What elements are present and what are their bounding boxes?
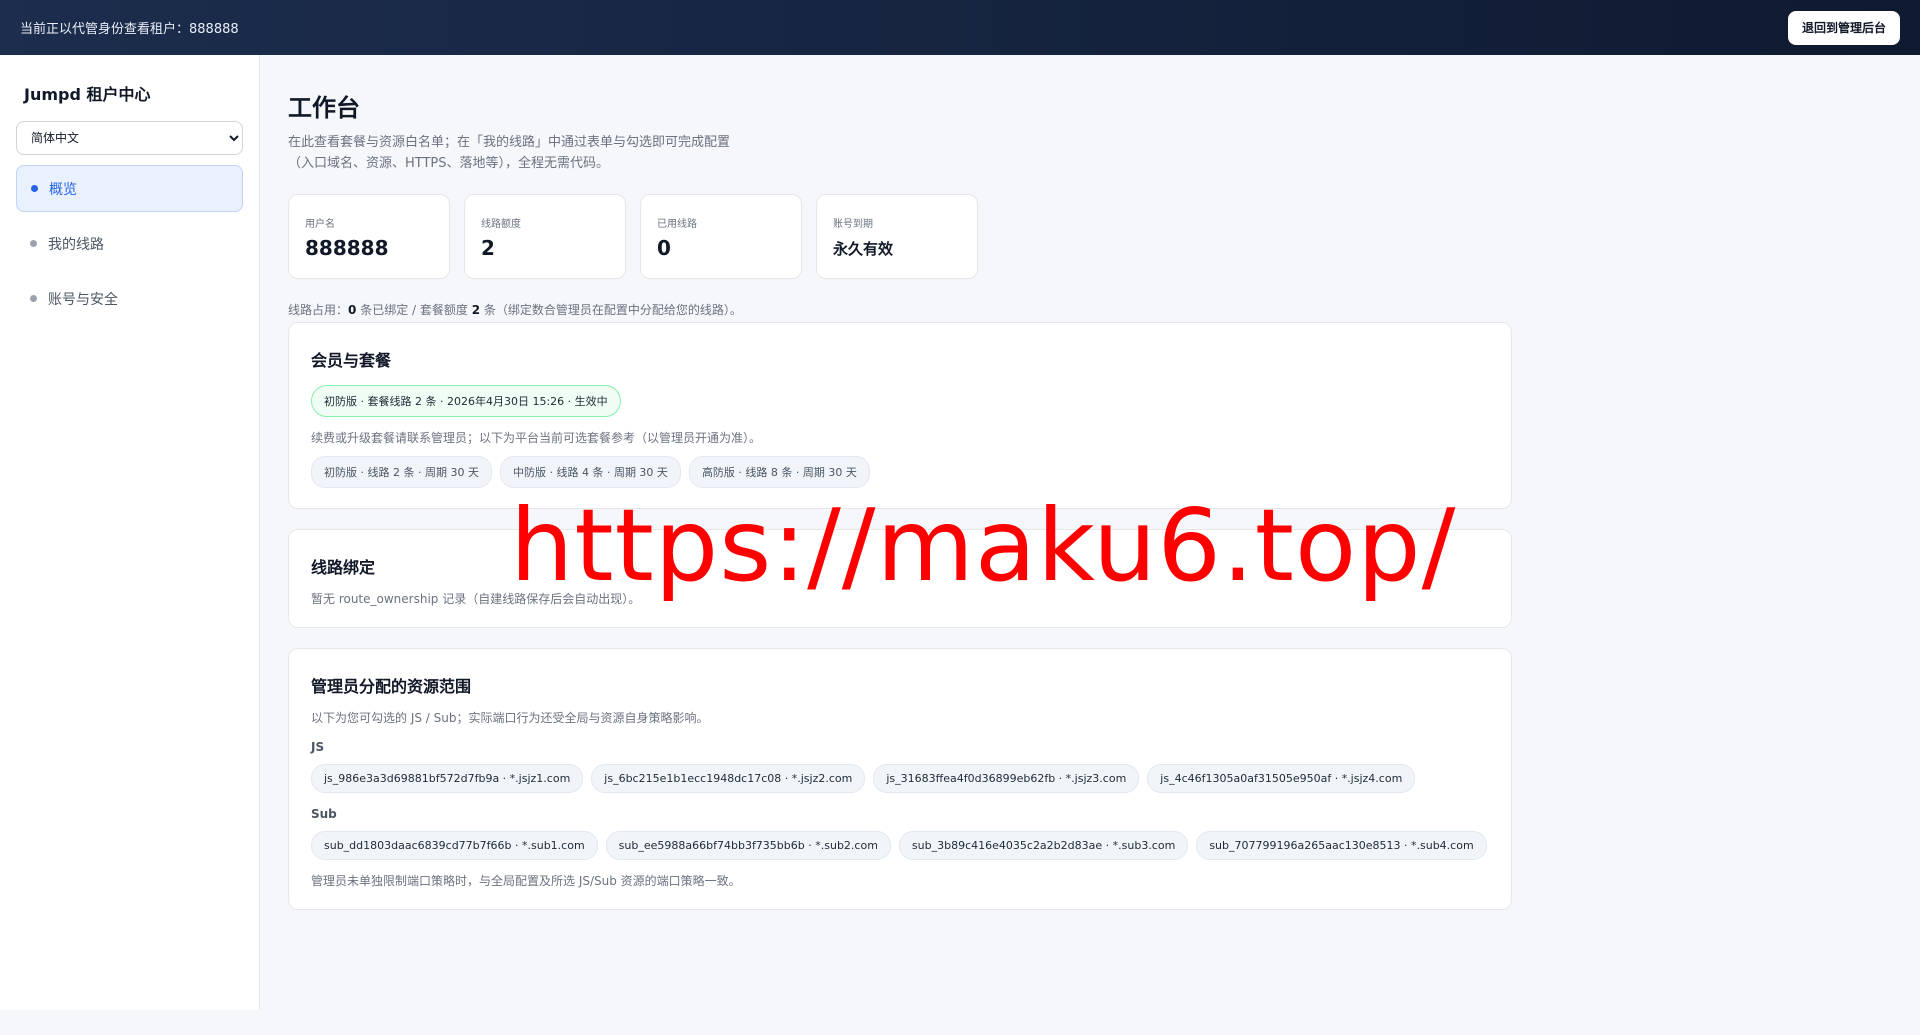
sidebar: Jumpd 租户中心 简体中文 概览 我的线路 账号与安全 (0, 55, 260, 1010)
sidebar-item-account-security[interactable]: 账号与安全 (16, 275, 243, 322)
top-banner: 当前正以代管身份查看租户：888888 退回到管理后台 (0, 0, 1920, 55)
impersonation-notice: 当前正以代管身份查看租户：888888 (20, 22, 239, 37)
plan-options: 初防版 · 线路 2 条 · 周期 30 天 中防版 · 线路 4 条 · 周期… (311, 456, 1489, 488)
route-binding-title: 线路绑定 (311, 558, 376, 577)
sidebar-item-label: 账号与安全 (48, 291, 118, 308)
sub-resource-chip: sub_ee5988a66bf74bb3f735bb6b · *.sub2.co… (605, 831, 891, 860)
sub-resource-chip: sub_dd1803daac6839cd77b7f66b · *.sub1.co… (311, 831, 598, 860)
stats-row: 用户名 888888 线路额度 2 已用线路 0 账号到期 永久有效 (288, 194, 1512, 279)
stat-card-used-routes: 已用线路 0 (640, 194, 802, 279)
usage-quota-count: 2 (471, 303, 481, 317)
stat-value: 0 (657, 236, 671, 260)
js-resource-chip: js_986e3a3d69881bf572d7fb9a · *.jsjz1.co… (311, 764, 584, 793)
bullet-dot-icon (31, 185, 38, 192)
route-binding-empty: 暂无 route_ownership 记录（自建线路保存后会自动出现）。 (311, 592, 641, 606)
sidebar-item-my-routes[interactable]: 我的线路 (16, 220, 243, 267)
membership-card: 会员与套餐 初防版 · 套餐线路 2 条 · 2026年4月30日 15:26 … (288, 322, 1512, 509)
stat-card-username: 用户名 888888 (288, 194, 450, 279)
stat-value: 2 (481, 236, 495, 260)
sub-resource-chip: sub_707799196a265aac130e8513 · *.sub4.co… (1196, 831, 1487, 860)
usage-middle: 条已绑定 / 套餐额度 (356, 303, 472, 317)
membership-note: 续费或升级套餐请联系管理员；以下为平台当前可选套餐参考（以管理员开通为准）。 (311, 431, 762, 445)
stat-card-route-quota: 线路额度 2 (464, 194, 626, 279)
brand-title: Jumpd 租户中心 (24, 85, 151, 104)
js-group-label: JS (311, 740, 325, 754)
membership-title: 会员与套餐 (311, 351, 392, 370)
plan-chip: 初防版 · 线路 2 条 · 周期 30 天 (311, 456, 492, 488)
js-resource-chip: js_6bc215e1b1ecc1948dc17c08 · *.jsjz2.co… (591, 764, 866, 793)
stat-card-account-expiry: 账号到期 永久有效 (816, 194, 978, 279)
sidebar-item-overview[interactable]: 概览 (16, 165, 243, 212)
current-plan-badge: 初防版 · 套餐线路 2 条 · 2026年4月30日 15:26 · 生效中 (311, 385, 621, 417)
stat-value: 永久有效 (833, 240, 894, 258)
back-to-admin-button[interactable]: 退回到管理后台 (1787, 10, 1900, 45)
page-description: 在此查看套餐与资源白名单；在「我的线路」中通过表单与勾选即可完成配置（入口域名、… (288, 135, 731, 171)
resources-footer: 管理员未单独限制端口策略时，与全局配置及所选 JS/Sub 资源的端口策略一致。 (311, 874, 741, 888)
stat-label: 已用线路 (657, 219, 697, 230)
stat-label: 线路额度 (481, 219, 521, 230)
main-content: 工作台 在此查看套餐与资源白名单；在「我的线路」中通过表单与勾选即可完成配置（入… (288, 55, 1512, 910)
sidebar-item-label: 我的线路 (48, 236, 104, 253)
sub-resource-list: sub_dd1803daac6839cd77b7f66b · *.sub1.co… (311, 831, 1489, 860)
js-resource-chip: js_4c46f1305a0af31505e950af · *.jsjz4.co… (1147, 764, 1416, 793)
resources-card: 管理员分配的资源范围 以下为您可勾选的 JS / Sub；实际端口行为还受全局与… (288, 648, 1512, 910)
bullet-dot-icon (30, 240, 37, 247)
js-resource-list: js_986e3a3d69881bf572d7fb9a · *.jsjz1.co… (311, 764, 1489, 793)
sub-group-label: Sub (311, 807, 337, 821)
resources-note: 以下为您可勾选的 JS / Sub；实际端口行为还受全局与资源自身策略影响。 (311, 711, 709, 725)
bullet-dot-icon (30, 295, 37, 302)
stat-value: 888888 (305, 236, 389, 260)
usage-prefix: 线路占用： (288, 303, 349, 317)
plan-chip: 高防版 · 线路 8 条 · 周期 30 天 (688, 456, 870, 488)
js-resource-chip: js_31683ffea4f0d36899eb62fb · *.jsjz3.co… (873, 764, 1140, 793)
language-select[interactable]: 简体中文 (16, 121, 243, 155)
plan-chip: 中防版 · 线路 4 条 · 周期 30 天 (499, 456, 681, 488)
stat-label: 账号到期 (833, 219, 873, 230)
usage-suffix: 条（绑定数合管理员在配置中分配给您的线路）。 (480, 303, 742, 317)
resources-title: 管理员分配的资源范围 (311, 677, 472, 696)
sub-resource-chip: sub_3b89c416e4035c2a2b2d83ae · *.sub3.co… (898, 831, 1189, 860)
route-usage-summary: 线路占用：0 条已绑定 / 套餐额度 2 条（绑定数合管理员在配置中分配给您的线… (288, 301, 1512, 318)
page-title: 工作台 (288, 94, 360, 122)
route-binding-card: 线路绑定 暂无 route_ownership 记录（自建线路保存后会自动出现）… (288, 529, 1512, 628)
stat-label: 用户名 (305, 219, 335, 230)
sidebar-item-label: 概览 (49, 181, 77, 198)
